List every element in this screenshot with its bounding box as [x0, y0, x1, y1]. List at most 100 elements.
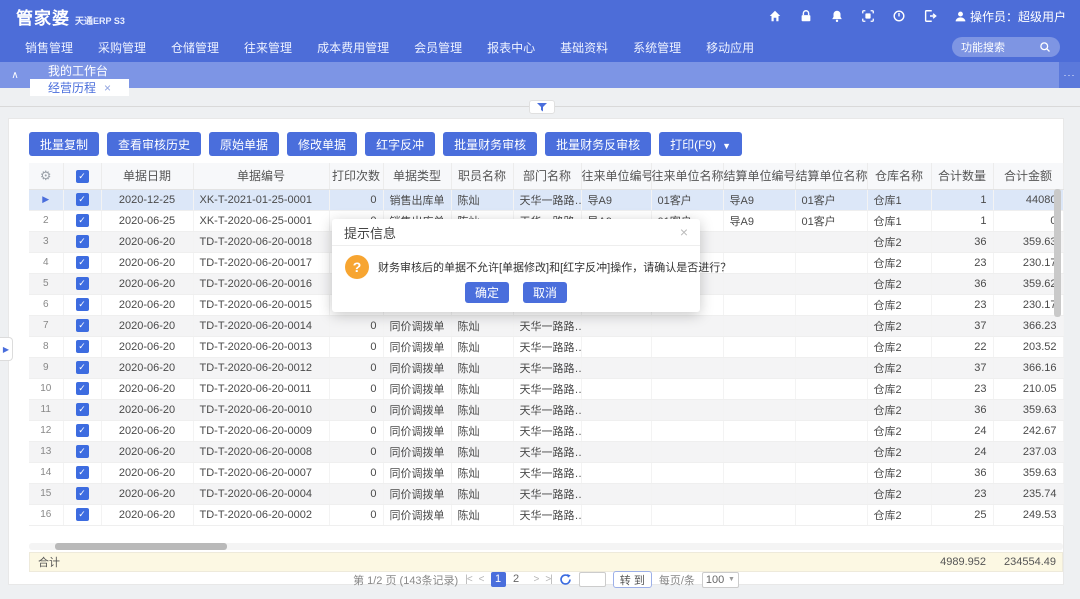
row-checkbox-cell[interactable]: ✓	[63, 357, 101, 378]
row-checkbox[interactable]: ✓	[76, 256, 89, 269]
column-header-单据日期[interactable]: 单据日期	[101, 163, 193, 189]
table-row[interactable]: 15✓2020-06-20TD-T-2020-06-20-00040同价调拨单陈…	[29, 483, 1063, 504]
toolbar-button-批量复制[interactable]: 批量复制	[29, 132, 99, 156]
function-search-input[interactable]: 功能搜索	[952, 37, 1060, 57]
row-checkbox[interactable]: ✓	[76, 445, 89, 458]
row-checkbox[interactable]: ✓	[76, 235, 89, 248]
row-checkbox-cell[interactable]: ✓	[63, 462, 101, 483]
row-checkbox-cell[interactable]: ✓	[63, 273, 101, 294]
table-row[interactable]: 7✓2020-06-20TD-T-2020-06-20-00140同价调拨单陈灿…	[29, 315, 1063, 336]
home-icon[interactable]	[768, 9, 782, 23]
nav-item-往来管理[interactable]: 往来管理	[244, 39, 292, 56]
scan-icon[interactable]	[861, 9, 875, 23]
column-header-合计数量[interactable]: 合计数量	[931, 163, 993, 189]
collapse-tabs-button[interactable]: ∧	[0, 62, 30, 88]
power-icon[interactable]	[892, 9, 906, 23]
toolbar-button-修改单据[interactable]: 修改单据	[287, 132, 357, 156]
refresh-icon[interactable]	[559, 573, 572, 586]
toolbar-button-批量财务反审核[interactable]: 批量财务反审核	[545, 132, 651, 156]
select-all-checkbox[interactable]: ✓	[76, 170, 89, 183]
prev-page-button[interactable]: <	[479, 574, 484, 585]
row-checkbox-cell[interactable]: ✓	[63, 189, 101, 210]
row-checkbox[interactable]: ✓	[76, 277, 89, 290]
row-checkbox-cell[interactable]: ✓	[63, 315, 101, 336]
row-checkbox-cell[interactable]: ✓	[63, 294, 101, 315]
next-page-button[interactable]: >	[534, 574, 539, 585]
operator-info[interactable]: 操作员：超级用户	[954, 8, 1066, 25]
nav-item-基础资料[interactable]: 基础资料	[560, 39, 608, 56]
row-checkbox[interactable]: ✓	[76, 403, 89, 416]
filter-panel-toggle[interactable]	[529, 100, 555, 114]
side-panel-expander[interactable]: ▶	[0, 337, 13, 361]
confirm-button[interactable]: 确定	[465, 282, 509, 303]
nav-item-会员管理[interactable]: 会员管理	[414, 39, 462, 56]
row-checkbox-cell[interactable]: ✓	[63, 420, 101, 441]
row-checkbox[interactable]: ✓	[76, 466, 89, 479]
horizontal-scrollbar[interactable]	[29, 543, 1063, 550]
row-checkbox[interactable]: ✓	[76, 298, 89, 311]
row-checkbox-cell[interactable]: ✓	[63, 231, 101, 252]
logout-icon[interactable]	[923, 9, 937, 23]
grid-settings-cell[interactable]: ⚙	[29, 163, 63, 189]
vertical-scrollbar-thumb[interactable]	[1054, 189, 1061, 317]
column-header-结算单位名称[interactable]: 结算单位名称	[795, 163, 867, 189]
horizontal-scrollbar-thumb[interactable]	[55, 543, 227, 550]
nav-item-报表中心[interactable]: 报表中心	[487, 39, 535, 56]
tab-我的工作台[interactable]: 我的工作台	[30, 62, 129, 79]
row-checkbox[interactable]: ✓	[76, 382, 89, 395]
column-header-往来单位编号[interactable]: 往来单位编号	[581, 163, 651, 189]
row-checkbox-cell[interactable]: ✓	[63, 378, 101, 399]
print-button[interactable]: 打印(F9)▼	[659, 132, 742, 156]
row-checkbox-cell[interactable]: ✓	[63, 483, 101, 504]
nav-item-仓储管理[interactable]: 仓储管理	[171, 39, 219, 56]
toolbar-button-红字反冲[interactable]: 红字反冲	[365, 132, 435, 156]
toolbar-button-批量财务审核[interactable]: 批量财务审核	[443, 132, 537, 156]
table-row[interactable]: 12✓2020-06-20TD-T-2020-06-20-00090同价调拨单陈…	[29, 420, 1063, 441]
row-checkbox-cell[interactable]: ✓	[63, 399, 101, 420]
vertical-scrollbar[interactable]	[1054, 189, 1061, 541]
column-header-单据类型[interactable]: 单据类型	[383, 163, 451, 189]
per-page-select[interactable]: 100 ▼	[702, 572, 739, 588]
column-header-往来单位名称[interactable]: 往来单位名称	[651, 163, 723, 189]
table-row[interactable]: 14✓2020-06-20TD-T-2020-06-20-00070同价调拨单陈…	[29, 462, 1063, 483]
bell-icon[interactable]	[830, 9, 844, 23]
row-checkbox-cell[interactable]: ✓	[63, 441, 101, 462]
tab-经营历程[interactable]: 经营历程×	[30, 79, 129, 96]
table-row[interactable]: 13✓2020-06-20TD-T-2020-06-20-00080同价调拨单陈…	[29, 441, 1063, 462]
lock-icon[interactable]	[799, 9, 813, 23]
table-row[interactable]: 10✓2020-06-20TD-T-2020-06-20-00110同价调拨单陈…	[29, 378, 1063, 399]
search-icon[interactable]	[1039, 41, 1051, 53]
goto-page-input[interactable]	[579, 572, 606, 587]
row-checkbox-cell[interactable]: ✓	[63, 210, 101, 231]
last-page-button[interactable]: >|	[545, 574, 551, 585]
tab-overflow-button[interactable]: ···	[1059, 62, 1080, 88]
tab-close-icon[interactable]: ×	[104, 81, 111, 95]
gear-icon[interactable]: ⚙	[40, 168, 52, 183]
page-number-1[interactable]: 1	[491, 572, 506, 587]
nav-item-销售管理[interactable]: 销售管理	[25, 39, 73, 56]
table-row[interactable]: 8✓2020-06-20TD-T-2020-06-20-00130同价调拨单陈灿…	[29, 336, 1063, 357]
nav-item-系统管理[interactable]: 系统管理	[633, 39, 681, 56]
column-header-单据编号[interactable]: 单据编号	[193, 163, 329, 189]
column-header-职员名称[interactable]: 职员名称	[451, 163, 513, 189]
row-checkbox[interactable]: ✓	[76, 193, 89, 206]
column-header-结算单位编号[interactable]: 结算单位编号	[723, 163, 795, 189]
nav-item-移动应用[interactable]: 移动应用	[706, 39, 754, 56]
cancel-button[interactable]: 取消	[523, 282, 567, 303]
row-checkbox[interactable]: ✓	[76, 508, 89, 521]
table-row[interactable]: ▶✓2020-12-25XK-T-2021-01-25-00010销售出库单陈灿…	[29, 189, 1063, 210]
toolbar-button-原始单据[interactable]: 原始单据	[209, 132, 279, 156]
column-header-仓库名称[interactable]: 仓库名称	[867, 163, 931, 189]
table-row[interactable]: 9✓2020-06-20TD-T-2020-06-20-00120同价调拨单陈灿…	[29, 357, 1063, 378]
row-checkbox-cell[interactable]: ✓	[63, 252, 101, 273]
toolbar-button-查看审核历史[interactable]: 查看审核历史	[107, 132, 201, 156]
nav-item-采购管理[interactable]: 采购管理	[98, 39, 146, 56]
select-all-cell[interactable]: ✓	[63, 163, 101, 189]
row-checkbox[interactable]: ✓	[76, 487, 89, 500]
column-header-部门名称[interactable]: 部门名称	[513, 163, 581, 189]
first-page-button[interactable]: |<	[465, 574, 471, 585]
column-header-打印次数[interactable]: 打印次数	[329, 163, 383, 189]
row-checkbox[interactable]: ✓	[76, 361, 89, 374]
dialog-close-icon[interactable]: ×	[680, 224, 688, 240]
row-checkbox-cell[interactable]: ✓	[63, 504, 101, 525]
